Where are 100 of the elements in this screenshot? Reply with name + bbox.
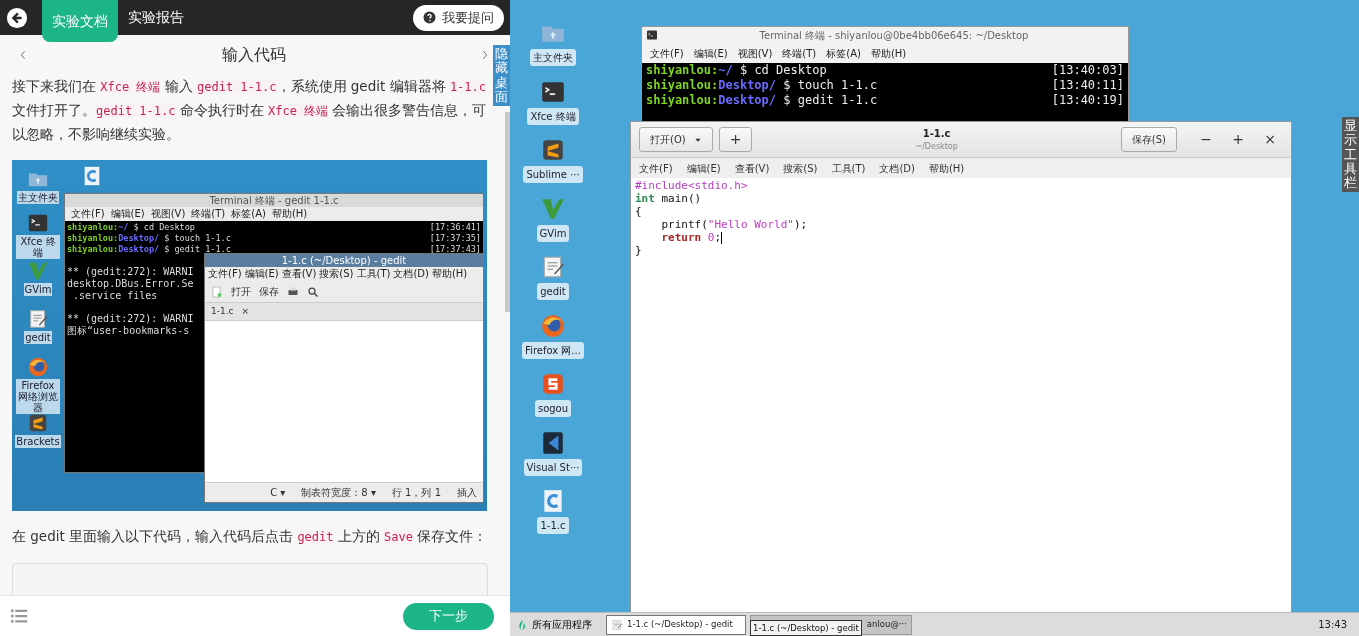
file-tab[interactable]: 1-1.c — [211, 304, 234, 319]
icon-label: Xfce 终端 — [16, 235, 60, 259]
list-icon[interactable] — [8, 607, 30, 625]
code-line: #include<stdio.h> — [635, 179, 749, 192]
code-line: return 0; — [660, 231, 724, 244]
menu-item[interactable]: 帮助(H) — [870, 45, 907, 61]
icon-label: 主文件夹 — [530, 49, 576, 66]
status-item[interactable]: 插入 — [457, 485, 477, 500]
timestamp: [13:40:11] — [1051, 78, 1124, 93]
tab[interactable]: 实验报告 — [118, 0, 194, 35]
menu-item[interactable]: 查看(V) — [734, 160, 770, 176]
terminal-line: shiyanlou:Desktop/ $ gedit 1-1.c — [67, 244, 231, 255]
timestamp: [17:36:41] — [429, 222, 481, 233]
terminal-output: ** (gedit:272): WARNI — [67, 266, 194, 277]
tooltip: 1-1.c (~/Desktop) - gedit — [750, 620, 862, 636]
desktop-icon[interactable] — [540, 371, 566, 397]
desktop-icon[interactable] — [540, 312, 566, 339]
icon-label: 1-1.c — [537, 517, 569, 534]
menu-item[interactable]: 文件(F) — [639, 160, 673, 176]
ask-button[interactable]: 我要提问 — [413, 4, 504, 31]
code-line: { — [635, 205, 643, 218]
timestamp: [17:37:43] — [429, 244, 481, 255]
menu-item[interactable]: 终端(T) — [782, 45, 817, 61]
new-tab-button[interactable]: + — [718, 127, 753, 152]
chevron-right-icon[interactable] — [480, 48, 490, 62]
window-title: Terminal 终端 - gedit 1-1.c — [65, 194, 483, 207]
desktop-icon[interactable] — [27, 412, 49, 434]
window-title: 1-1.c — [921, 127, 952, 141]
search-icon[interactable] — [307, 285, 319, 298]
terminal-line: shiyanlou:~/ $ cd Desktop — [646, 63, 827, 78]
menu-item[interactable]: 搜索(S) — [783, 160, 818, 176]
chevron-left-icon[interactable] — [18, 48, 28, 62]
timestamp: [13:40:03] — [1051, 63, 1124, 78]
menu-item[interactable]: 查看(V) — [281, 267, 317, 281]
taskbar-button[interactable]: 1-1.c (~/Desktop) - gedit — [606, 614, 746, 635]
icon-label: GVim — [536, 224, 570, 242]
status-item[interactable]: 行 1，列 1 — [391, 485, 441, 500]
menu-item[interactable]: 视图(V) — [737, 45, 773, 61]
menu-item[interactable]: 工具(T) — [356, 267, 391, 281]
terminal-output: 图标“user-bookmarks-s — [67, 325, 190, 336]
terminal-output: ** (gedit:272): WARNI — [67, 313, 194, 324]
desktop-icon[interactable] — [540, 137, 566, 163]
terminal-output: .service files — [72, 290, 158, 301]
icon-label: sogou — [534, 400, 572, 417]
maximize-button[interactable]: + — [1225, 128, 1251, 151]
menu-item[interactable]: 文件(F) — [208, 267, 242, 281]
code-line: int main() — [635, 192, 703, 205]
menu-item[interactable]: 文档(D) — [879, 160, 915, 176]
new-file-icon[interactable] — [211, 285, 223, 298]
scrollbar[interactable] — [505, 112, 510, 312]
step-title: 输入代码 — [222, 45, 286, 65]
menu-item[interactable]: 帮助(H) — [271, 207, 308, 221]
code-editor[interactable]: #include<stdio.h> int main() { printf("Hello World"); return 0; } — [631, 178, 1291, 613]
show-toolbar-tab[interactable]: 显示工具栏 — [1342, 117, 1359, 193]
save-button[interactable]: 保存 — [259, 284, 279, 299]
menu-item[interactable]: 编辑(E) — [110, 207, 145, 221]
menu-item[interactable]: 编辑(E) — [693, 45, 728, 61]
icon-label: Xfce 终端 — [527, 107, 579, 125]
menu-item[interactable]: 终端(T) — [191, 207, 226, 221]
menu-item[interactable]: 工具(T) — [831, 160, 866, 176]
menu-item[interactable]: 标签(A) — [826, 45, 861, 61]
code-line: } — [635, 244, 643, 257]
icon-label: GVim — [23, 283, 53, 296]
icon-label: Visual St··· — [523, 458, 583, 476]
menu-item[interactable]: 编辑(E) — [686, 160, 721, 176]
leaf-icon — [516, 617, 528, 632]
menu-item[interactable]: 帮助(H) — [431, 267, 468, 281]
menu-item[interactable]: 视图(V) — [150, 207, 186, 221]
menu-item[interactable]: 文件(F) — [71, 207, 105, 221]
terminal-line: shiyanlou:~/ $ cd Desktop — [67, 222, 195, 233]
back-icon[interactable] — [6, 6, 28, 29]
icon-label: 主文件夹 — [17, 191, 59, 204]
menu-item[interactable]: 搜索(S) — [319, 267, 354, 281]
timestamp: [17:37:35] — [429, 233, 481, 244]
print-icon[interactable] — [287, 285, 299, 298]
menu-item[interactable]: 文件(F) — [650, 45, 684, 61]
save-button[interactable]: 保存(S) — [1120, 127, 1177, 152]
status-item[interactable]: 制表符宽度：8 ▾ — [301, 485, 376, 500]
menu-item[interactable]: 文档(D) — [393, 267, 429, 281]
menu-item[interactable]: 编辑(E) — [244, 267, 279, 281]
desktop-icon[interactable] — [27, 356, 49, 378]
gedit-icon — [611, 618, 623, 631]
close-button[interactable]: × — [1257, 128, 1283, 151]
terminal-line: shiyanlou:Desktop/ $ touch 1-1.c — [646, 78, 878, 93]
desktop-icon[interactable] — [27, 308, 49, 330]
desktop-icon[interactable] — [540, 429, 566, 456]
terminal-icon — [646, 29, 658, 41]
close-icon[interactable]: × — [241, 304, 250, 319]
desktop-icon[interactable] — [27, 212, 49, 234]
menu-item[interactable]: 标签(A) — [231, 207, 266, 221]
terminal-output: desktop.DBus.Error.Se — [67, 278, 194, 289]
open-button[interactable]: 打开 — [231, 284, 251, 299]
timestamp: [13:40:19] — [1051, 93, 1124, 108]
minimize-button[interactable]: − — [1193, 128, 1219, 151]
menu-item[interactable]: 帮助(H) — [928, 160, 965, 176]
status-item[interactable]: C ▾ — [270, 485, 286, 500]
open-button[interactable]: 打开(O) — [639, 127, 713, 152]
code-line: printf("Hello World"); — [660, 218, 809, 231]
hide-desktop-tab[interactable]: 隐藏桌面 — [493, 45, 510, 107]
start-button[interactable]: 所有应用程序 — [514, 617, 602, 632]
